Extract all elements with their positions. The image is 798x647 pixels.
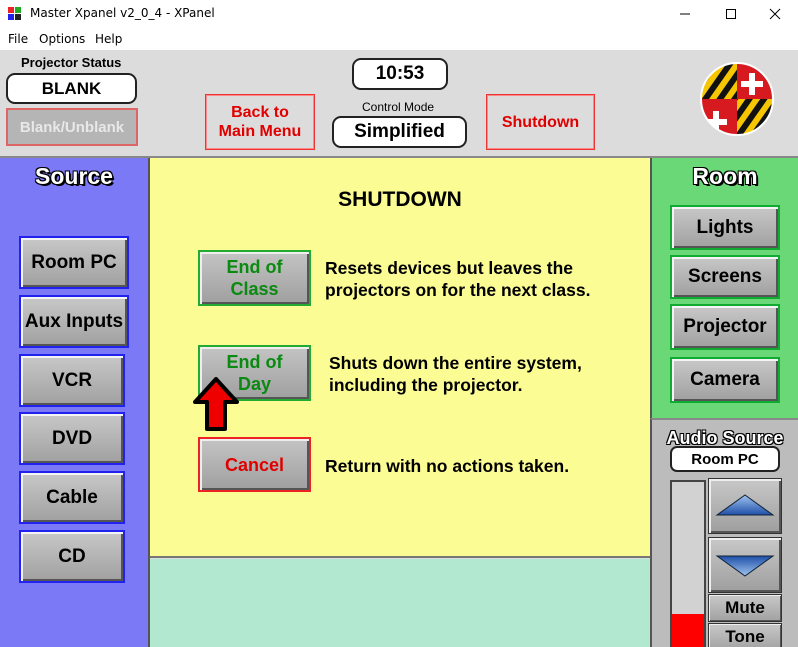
xpanel-window: Master Xpanel v2_0_4 - XPanel File Optio… [0,0,798,647]
source-panel: Source Room PC Aux Inputs VCR DVD Cable … [0,158,150,647]
projector-status-label: Projector Status [21,55,122,70]
menu-file[interactable]: File [8,32,28,46]
volume-level-fill [672,614,704,647]
room-projector-button[interactable]: Projector [670,304,780,350]
clock: 10:53 [352,58,448,90]
end-of-class-desc-line1: Resets devices but leaves the [325,258,574,278]
minimize-button[interactable] [662,0,708,28]
header-bar: Projector Status BLANK Blank/Unblank 10:… [0,50,798,158]
source-dvd-button[interactable]: DVD [19,412,125,465]
room-title: Room [692,163,758,189]
cancel-button[interactable]: Cancel [198,437,311,492]
source-aux-inputs-button[interactable]: Aux Inputs [19,295,129,348]
status-area [150,559,650,647]
room-camera-button[interactable]: Camera [670,357,780,403]
shutdown-panel: SHUTDOWN End of Class Resets devices but… [150,158,650,558]
audio-current-source: Room PC [670,446,780,472]
volume-up-button[interactable] [708,478,782,534]
room-panel: Room Lights Screens Projector Camera [650,158,798,418]
control-mode-label: Control Mode [362,100,435,114]
end-of-class-desc-line2: projectors on for the next class. [325,280,591,300]
end-of-class-line1: End of [226,257,283,277]
red-up-arrow-icon [193,377,239,431]
source-vcr-button[interactable]: VCR [19,354,125,407]
triangle-up-icon [715,494,775,516]
menu-bar: File Options Help [0,28,798,50]
maximize-icon [726,9,736,19]
close-button[interactable] [752,0,798,28]
control-mode-value: Simplified [332,116,467,148]
tone-button[interactable]: Tone [708,623,782,647]
window-title: Master Xpanel v2_0_4 - XPanel [30,6,215,20]
end-of-day-desc-line1: Shuts down the entire system, [329,353,582,373]
volume-down-button[interactable] [708,537,782,593]
triangle-down-icon [715,555,775,577]
projector-status-value: BLANK [6,73,137,104]
maximize-button[interactable] [708,0,754,28]
shutdown-button[interactable]: Shutdown [486,94,595,150]
volume-meter[interactable] [670,480,706,647]
close-icon [769,8,781,20]
title-bar: Master Xpanel v2_0_4 - XPanel [0,0,798,28]
blank-unblank-button[interactable]: Blank/Unblank [6,108,138,146]
end-of-class-description: Resets devices but leaves the projectors… [325,257,590,301]
back-to-main-menu-button[interactable]: Back to Main Menu [205,94,315,150]
maryland-flag-logo [700,62,774,136]
end-of-class-line2: Class [230,279,279,299]
back-label-line2: Main Menu [218,123,302,140]
back-label-line1: Back to [231,104,289,121]
room-screens-button[interactable]: Screens [670,255,780,299]
end-of-day-line1: End of [226,352,283,372]
app-icon [8,7,21,20]
end-of-class-button[interactable]: End of Class [198,250,311,306]
source-room-pc-button[interactable]: Room PC [19,236,129,289]
room-lights-button[interactable]: Lights [670,205,780,250]
end-of-day-desc-line2: including the projector. [329,375,523,395]
source-cable-button[interactable]: Cable [19,471,125,524]
end-of-day-description: Shuts down the entire system, including … [329,352,582,396]
source-title: Source [35,163,113,189]
audio-panel: Audio Source Room PC Mute Tone [650,418,798,647]
minimize-icon [680,13,690,15]
mute-button[interactable]: Mute [708,594,782,622]
menu-help[interactable]: Help [95,32,122,46]
menu-options[interactable]: Options [39,32,85,46]
shutdown-title: SHUTDOWN [338,188,462,211]
source-cd-button[interactable]: CD [19,530,125,583]
cancel-description: Return with no actions taken. [325,456,570,476]
